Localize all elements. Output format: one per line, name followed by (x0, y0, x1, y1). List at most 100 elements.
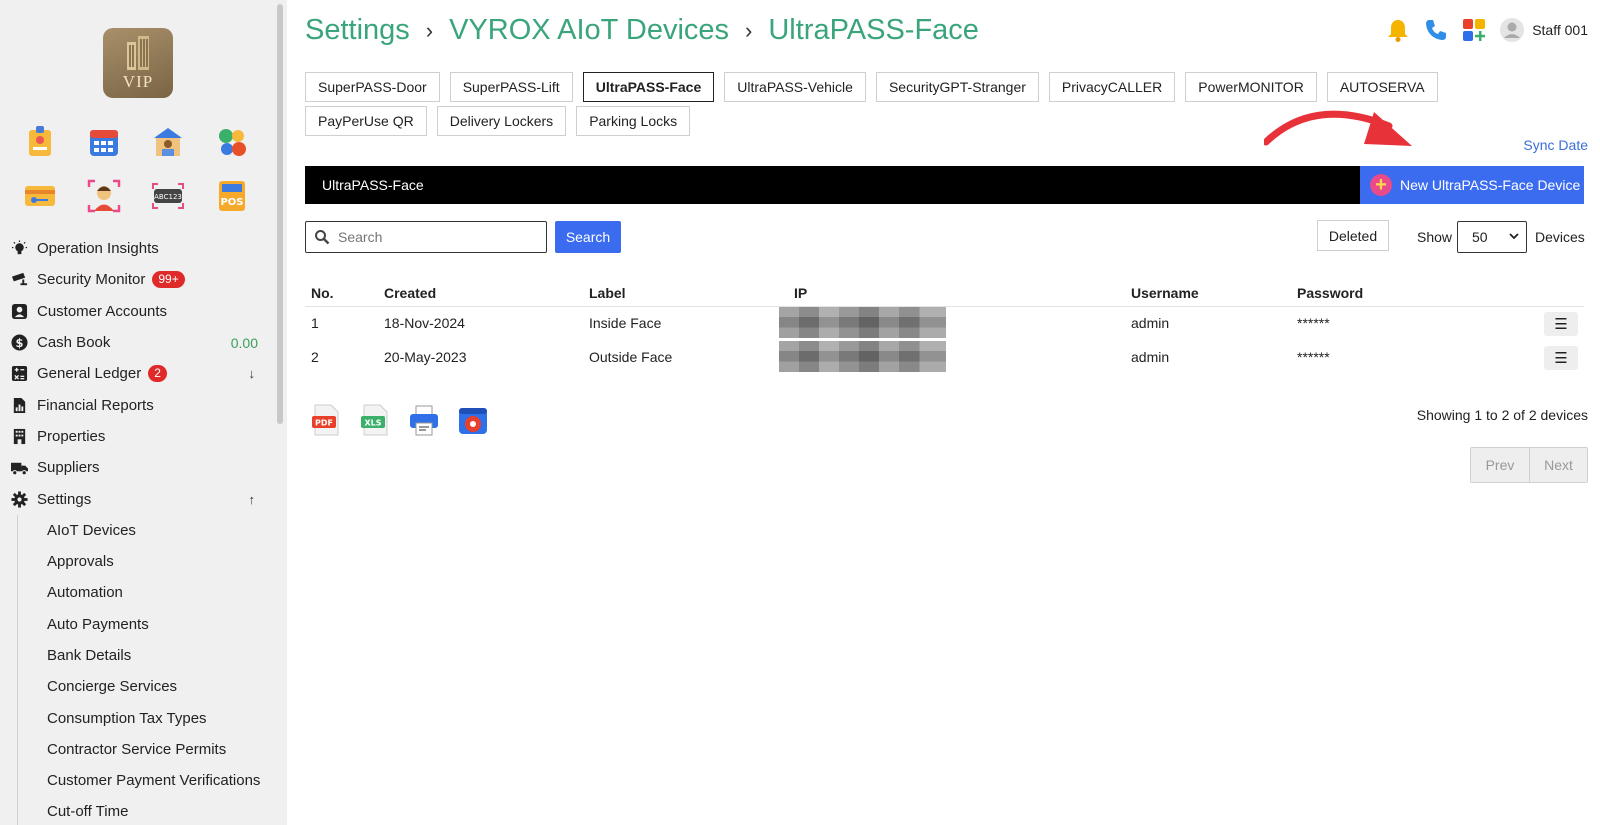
pdf-icon[interactable]: PDF (309, 403, 343, 437)
cell-label: Inside Face (589, 315, 662, 331)
submenu-item-approvals[interactable]: Approvals (0, 546, 270, 577)
submenu-item-cut-off-time[interactable]: Cut-off Time (0, 796, 270, 825)
new-device-button[interactable]: + New UltraPASS-Face Device (1360, 166, 1584, 204)
tab-delivery-lockers[interactable]: Delivery Lockers (436, 106, 567, 136)
tab-payperuse-qr[interactable]: PayPerUse QR (305, 106, 427, 136)
sidebar-item-label: Properties (37, 427, 106, 445)
export-toolbar: PDF XLS (309, 403, 505, 437)
xls-icon[interactable]: XLS (358, 403, 392, 437)
breadcrumb: Settings › VYROX AIoT Devices › UltraPAS… (305, 14, 979, 47)
report-icon (10, 396, 28, 414)
submenu-item-bank-details[interactable]: Bank Details (0, 640, 270, 671)
cell-created: 20-May-2023 (384, 349, 467, 365)
search-field[interactable] (305, 221, 547, 253)
face-recognition-app-icon[interactable] (84, 176, 124, 216)
submenu-item-contractor-service-permits[interactable]: Contractor Service Permits (0, 734, 270, 765)
tab-autoserva[interactable]: AUTOSERVA (1326, 72, 1438, 102)
cell-label: Outside Face (589, 349, 673, 365)
tab-ultrapass-vehicle[interactable]: UltraPASS-Vehicle (724, 72, 866, 102)
sidebar-item-financial-reports[interactable]: Financial Reports (0, 389, 270, 420)
building-logo-icon (127, 36, 149, 70)
chevron-down-icon (1509, 233, 1519, 240)
devices-label: Devices (1535, 229, 1585, 245)
sidebar-item-cash-book[interactable]: $ Cash Book 0.00 (0, 327, 270, 358)
row-menu-button[interactable]: ☰ (1544, 312, 1578, 336)
submenu-item-auto-payments[interactable]: Auto Payments (0, 609, 270, 640)
header-label[interactable]: Label (589, 285, 626, 301)
tab-ultrapass-face[interactable]: UltraPASS-Face (582, 72, 715, 102)
next-button[interactable]: Next (1529, 448, 1587, 482)
collapse-arrow-icon[interactable]: ↓ (249, 366, 256, 381)
svg-text:ABC123: ABC123 (154, 193, 182, 201)
submenu-item-consumption-tax-types[interactable]: Consumption Tax Types (0, 702, 270, 733)
user-name[interactable]: Staff 001 (1532, 22, 1588, 38)
pos-app-icon[interactable]: POS (212, 176, 252, 216)
tab-powermonitor[interactable]: PowerMONITOR (1185, 72, 1317, 102)
license-plate-app-icon[interactable]: ABC123 (148, 176, 188, 216)
header-password[interactable]: Password (1297, 285, 1363, 301)
row-menu-button[interactable]: ☰ (1544, 346, 1578, 370)
prev-button[interactable]: Prev (1471, 448, 1529, 482)
header-username[interactable]: Username (1131, 285, 1199, 301)
truck-icon (10, 459, 28, 477)
sidebar-item-label: Cash Book (37, 334, 111, 352)
building-icon (10, 427, 28, 445)
svg-text:$: $ (15, 336, 23, 350)
header-created[interactable]: Created (384, 285, 436, 301)
vip-logo[interactable]: VIP (103, 28, 173, 98)
table-row[interactable]: 2 20-May-2023 Outside Face admin ****** … (305, 341, 1584, 375)
bell-icon[interactable] (1384, 16, 1412, 44)
deleted-filter-button[interactable]: Deleted (1317, 220, 1389, 251)
ip-redacted (779, 307, 946, 338)
submenu-item-automation[interactable]: Automation (0, 577, 270, 608)
sidebar-item-label: Security Monitor (37, 271, 146, 289)
facilities-app-icon[interactable] (212, 122, 252, 162)
sidebar-item-label: Suppliers (37, 459, 100, 477)
sidebar-scrollbar[interactable] (277, 4, 283, 424)
sidebar-item-settings[interactable]: Settings ↑ (0, 483, 270, 514)
cell-no: 2 (311, 349, 319, 365)
sync-date-link[interactable]: Sync Date (1523, 137, 1588, 153)
tab-superpass-door[interactable]: SuperPASS-Door (305, 72, 440, 102)
table-row[interactable]: 1 18-Nov-2024 Inside Face admin ****** ☰ (305, 307, 1584, 341)
avatar[interactable] (1498, 16, 1526, 44)
collapse-arrow-icon[interactable]: ↑ (249, 492, 256, 507)
submenu-guide-line (17, 514, 18, 825)
page-size-select[interactable]: 50 (1457, 221, 1527, 253)
header-actions: Staff 001 (1374, 16, 1588, 44)
settings-icon[interactable] (456, 403, 490, 437)
user-card-icon (10, 302, 28, 320)
settings-submenu: AIoT Devices Approvals Automation Auto P… (0, 514, 270, 825)
breadcrumb-settings[interactable]: Settings (305, 14, 410, 47)
sidebar-item-security-monitor[interactable]: Security Monitor 99+ (0, 264, 270, 295)
header-no[interactable]: No. (311, 285, 334, 301)
tab-securitygpt-stranger[interactable]: SecurityGPT-Stranger (875, 72, 1039, 102)
apps-grid-icon[interactable] (1460, 16, 1488, 44)
app-launcher: ABC123 POS (20, 122, 252, 216)
submenu-item-aiot-devices[interactable]: AIoT Devices (0, 515, 270, 546)
phone-icon[interactable] (1422, 16, 1450, 44)
cctv-icon (10, 271, 28, 289)
sidebar-item-suppliers[interactable]: Suppliers (0, 452, 270, 483)
search-button[interactable]: Search (555, 221, 621, 253)
reception-app-icon[interactable] (148, 122, 188, 162)
sidebar-item-general-ledger[interactable]: General Ledger 2 ↓ (0, 358, 270, 389)
tab-parking-locks[interactable]: Parking Locks (576, 106, 691, 136)
tab-superpass-lift[interactable]: SuperPASS-Lift (449, 72, 573, 102)
submenu-item-concierge-services[interactable]: Concierge Services (0, 671, 270, 702)
tab-privacycaller[interactable]: PrivacyCALLER (1048, 72, 1176, 102)
printer-icon[interactable] (407, 403, 441, 437)
svg-text:POS: POS (220, 197, 243, 208)
breadcrumb-aiot-devices[interactable]: VYROX AIoT Devices (449, 14, 729, 47)
keycard-app-icon[interactable] (20, 176, 60, 216)
sidebar-item-properties[interactable]: Properties (0, 421, 270, 452)
submenu-item-customer-payment-verifications[interactable]: Customer Payment Verifications (0, 765, 270, 796)
sidebar-item-operation-insights[interactable]: Operation Insights (0, 233, 270, 264)
pagination-summary: Showing 1 to 2 of 2 devices (1416, 407, 1588, 423)
calendar-app-icon[interactable] (84, 122, 124, 162)
id-badge-app-icon[interactable] (20, 122, 60, 162)
search-input[interactable] (338, 229, 528, 245)
sidebar-item-customer-accounts[interactable]: Customer Accounts (0, 296, 270, 327)
header-ip[interactable]: IP (794, 285, 807, 301)
sidebar-item-label: Settings (37, 490, 92, 508)
